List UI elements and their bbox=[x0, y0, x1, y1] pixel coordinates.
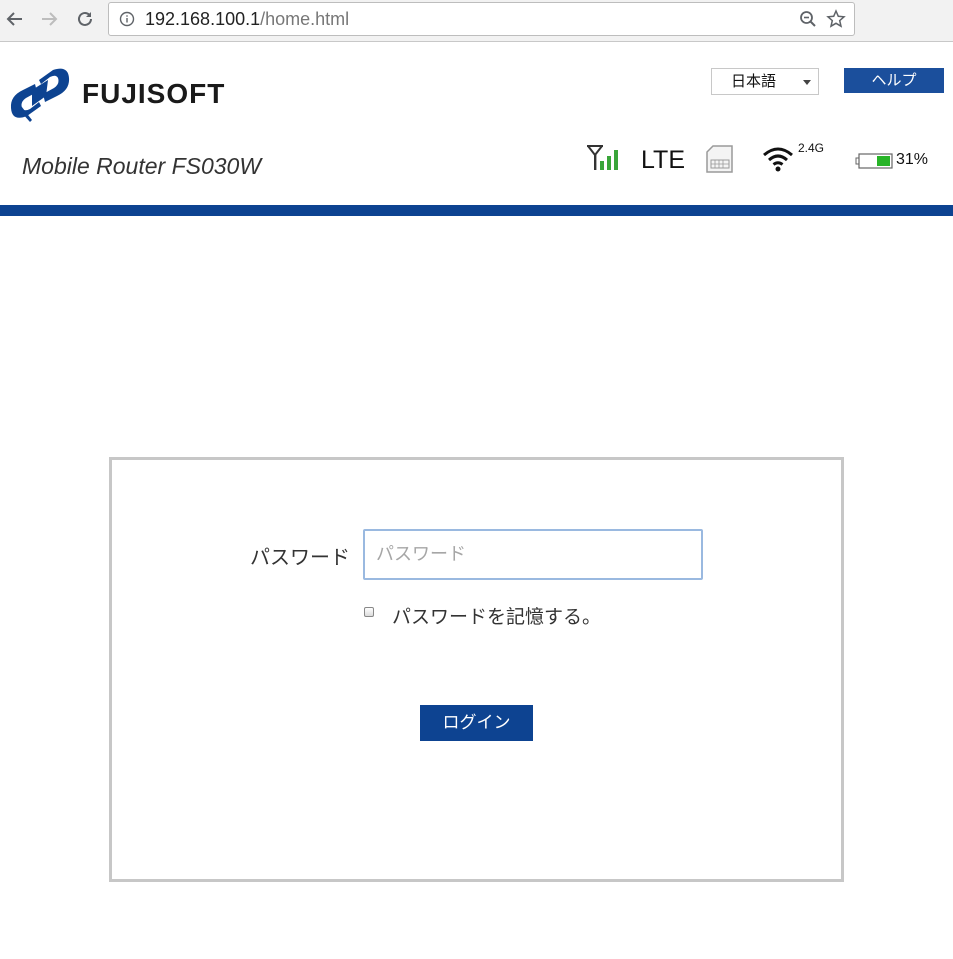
zoom-out-icon[interactable] bbox=[799, 10, 817, 32]
fujisoft-logo-icon bbox=[10, 68, 70, 122]
address-bar[interactable]: 192.168.100.1/home.html bbox=[108, 2, 855, 36]
chevron-down-icon bbox=[803, 80, 811, 85]
password-input[interactable] bbox=[363, 529, 703, 580]
login-panel bbox=[109, 457, 844, 882]
browser-toolbar: 192.168.100.1/home.html bbox=[0, 0, 953, 42]
url-host: 192.168.100.1 bbox=[145, 9, 261, 29]
language-select[interactable]: 日本語 bbox=[711, 68, 819, 95]
help-button[interactable]: ヘルプ bbox=[844, 68, 944, 93]
url-path: /home.html bbox=[260, 9, 350, 29]
language-value: 日本語 bbox=[731, 72, 777, 90]
back-arrow-icon[interactable] bbox=[2, 6, 28, 32]
brand-name: FUJISOFT bbox=[82, 78, 226, 109]
forward-arrow-icon[interactable] bbox=[36, 6, 62, 32]
wifi-band: 2.4G bbox=[798, 141, 825, 155]
info-icon[interactable] bbox=[119, 11, 135, 31]
reload-icon[interactable] bbox=[72, 6, 98, 32]
url-text: 192.168.100.1/home.html bbox=[145, 9, 349, 30]
login-button[interactable]: ログイン bbox=[420, 705, 533, 741]
remember-password-label[interactable]: パスワードを記憶する。 bbox=[392, 602, 601, 629]
battery-icon bbox=[855, 152, 895, 174]
remember-password-checkbox[interactable] bbox=[364, 607, 374, 617]
signal-strength-icon bbox=[586, 144, 624, 176]
network-type: LTE bbox=[641, 146, 685, 174]
brand-logo: FUJISOFT bbox=[10, 66, 225, 122]
battery-percent: 31% bbox=[896, 151, 929, 168]
wifi-icon bbox=[762, 146, 794, 176]
bookmark-star-icon[interactable] bbox=[826, 9, 846, 33]
sim-card-icon bbox=[705, 144, 735, 178]
password-label: パスワード bbox=[250, 545, 350, 569]
model-name: Mobile Router FS030W bbox=[22, 153, 262, 179]
header-divider bbox=[0, 205, 953, 216]
